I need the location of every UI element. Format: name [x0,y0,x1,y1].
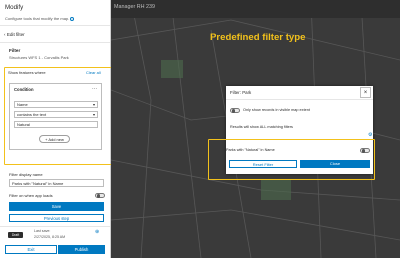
info-icon[interactable] [70,16,75,21]
filter-on-load-label: Filter on when app loads [9,193,53,198]
add-new-button[interactable]: + Add new [39,135,70,143]
last-save-label: Last save: [34,229,51,233]
chevron-down-icon: ▾ [92,112,95,117]
results-label: Results will show ALL matching filters [230,125,293,129]
gear-icon[interactable]: ⚙ [368,132,372,138]
map-header-title: Manager RH 239 [114,4,156,10]
more-icon[interactable]: ··· [92,86,97,92]
draft-badge: Draft [8,232,23,238]
condition-title: Condition [14,87,34,92]
close-button[interactable]: Close [300,160,370,168]
panel-subtitle: Configure tools that modify the map. [5,16,75,21]
display-name-input[interactable]: Parks with "Natural" in Name [9,179,104,187]
operator-select[interactable]: contains the text ▾ [14,111,98,118]
visible-extent-toggle[interactable] [230,108,240,113]
annotation-title: Predefined filter type [210,32,306,43]
last-save-value: 2/27/2025, 8:25 AM [34,235,66,239]
value-input[interactable]: Natural [14,121,98,128]
divider [0,226,110,227]
condition-card: Condition ··· Name ▾ contains the text ▾ N… [9,83,102,150]
divider [0,42,110,43]
chevron-left-icon[interactable]: ‹ [4,32,6,37]
park-filter-label: Parks with "Natural" in Name [226,148,275,152]
chevron-down-icon: ▾ [92,102,95,107]
modify-panel: Modify Configure tools that modify the m… [0,0,113,258]
reset-filter-button[interactable]: Reset Filter [229,160,297,168]
divider [0,25,110,26]
visible-extent-label: Only show records in visible map extent [243,108,310,112]
clear-all-link[interactable]: Clear all [86,70,101,75]
panel-title: Modify [5,4,24,11]
filter-label: Filter [9,48,21,53]
divider [226,99,373,100]
dialog-title: Filter: Park [230,90,252,95]
save-button[interactable]: Save [9,202,104,211]
show-features-where: Show features where [8,70,46,75]
previous-step-button[interactable]: Previous step [9,214,104,222]
display-name-label: Filter display name [9,172,43,177]
share-icon[interactable]: ⊕ [95,229,99,235]
park-filter-toggle[interactable] [360,148,370,153]
back-row[interactable]: ‹ Edit filter [4,32,25,37]
filter-value: Structures WFS 1 - Corvallis Park [9,55,69,60]
exit-button[interactable]: Exit [5,245,57,254]
field-select[interactable]: Name ▾ [14,101,98,108]
filter-on-load-toggle[interactable] [95,193,105,198]
close-icon[interactable]: × [360,87,371,98]
back-label: Edit filter [6,32,25,37]
publish-button[interactable]: Publish [58,245,105,254]
